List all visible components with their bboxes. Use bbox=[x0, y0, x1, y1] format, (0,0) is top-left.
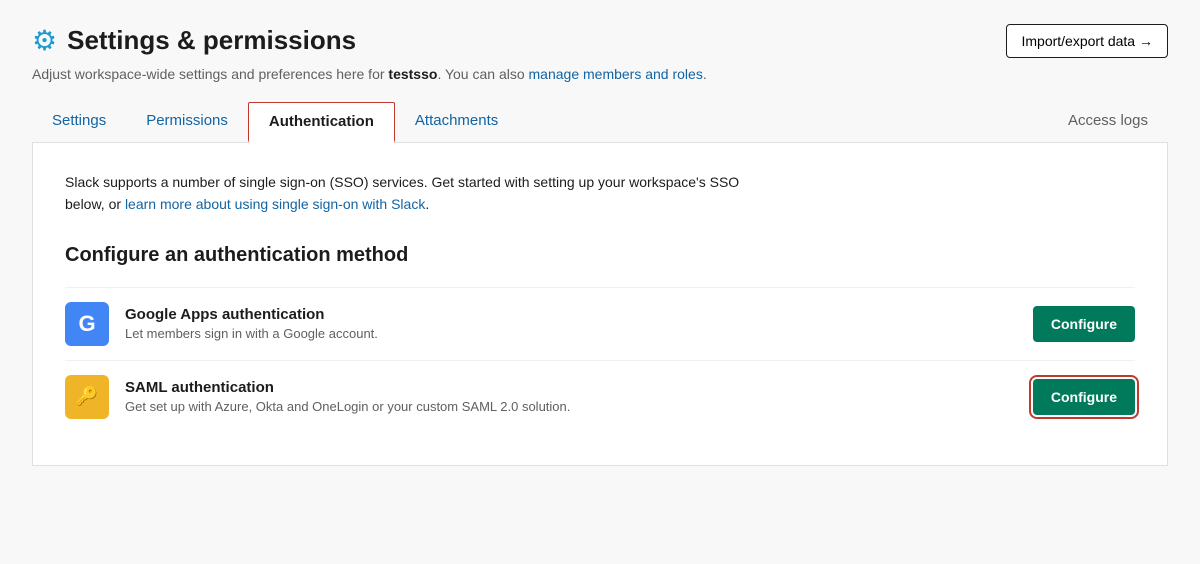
manage-members-link[interactable]: manage members and roles bbox=[529, 66, 703, 82]
saml-icon: 🔑 bbox=[65, 375, 109, 419]
saml-auth-name: SAML authentication bbox=[125, 379, 1017, 396]
content-area: Slack supports a number of single sign-o… bbox=[32, 143, 1168, 466]
page-title: Settings & permissions bbox=[67, 25, 356, 56]
saml-auth-desc: Get set up with Azure, Okta and OneLogin… bbox=[125, 399, 1017, 414]
sso-learn-link[interactable]: learn more about using single sign-on wi… bbox=[125, 196, 425, 212]
auth-item-google: G Google Apps authentication Let members… bbox=[65, 287, 1135, 360]
tabs-bar: Settings Permissions Authentication Atta… bbox=[32, 102, 1168, 143]
page-wrapper: ⚙ Settings & permissions Import/export d… bbox=[0, 0, 1200, 564]
subtitle-prefix: Adjust workspace-wide settings and prefe… bbox=[32, 66, 388, 82]
tab-settings[interactable]: Settings bbox=[32, 102, 126, 143]
tab-attachments[interactable]: Attachments bbox=[395, 102, 518, 143]
tab-authentication[interactable]: Authentication bbox=[248, 102, 395, 143]
google-auth-info: Google Apps authentication Let members s… bbox=[125, 306, 1017, 341]
tab-access-logs[interactable]: Access logs bbox=[1048, 102, 1168, 143]
google-auth-name: Google Apps authentication bbox=[125, 306, 1017, 323]
intro-end: . bbox=[425, 196, 429, 212]
section-title: Configure an authentication method bbox=[65, 244, 1135, 267]
google-icon: G bbox=[65, 302, 109, 346]
google-configure-button[interactable]: Configure bbox=[1033, 306, 1135, 342]
saml-auth-info: SAML authentication Get set up with Azur… bbox=[125, 379, 1017, 414]
workspace-name: testsso bbox=[388, 66, 437, 82]
title-area: ⚙ Settings & permissions bbox=[32, 24, 356, 57]
tab-permissions[interactable]: Permissions bbox=[126, 102, 248, 143]
import-export-button[interactable]: Import/export data → bbox=[1006, 24, 1168, 58]
subtitle: Adjust workspace-wide settings and prefe… bbox=[32, 66, 1168, 82]
saml-configure-button[interactable]: Configure bbox=[1033, 379, 1135, 415]
key-icon: 🔑 bbox=[76, 386, 98, 407]
intro-text: Slack supports a number of single sign-o… bbox=[65, 171, 765, 216]
auth-item-saml: 🔑 SAML authentication Get set up with Az… bbox=[65, 360, 1135, 433]
subtitle-period: . bbox=[703, 66, 707, 82]
header-row: ⚙ Settings & permissions Import/export d… bbox=[32, 24, 1168, 58]
gear-icon: ⚙ bbox=[32, 24, 57, 57]
google-auth-desc: Let members sign in with a Google accoun… bbox=[125, 326, 1017, 341]
subtitle-suffix: . You can also bbox=[437, 66, 528, 82]
